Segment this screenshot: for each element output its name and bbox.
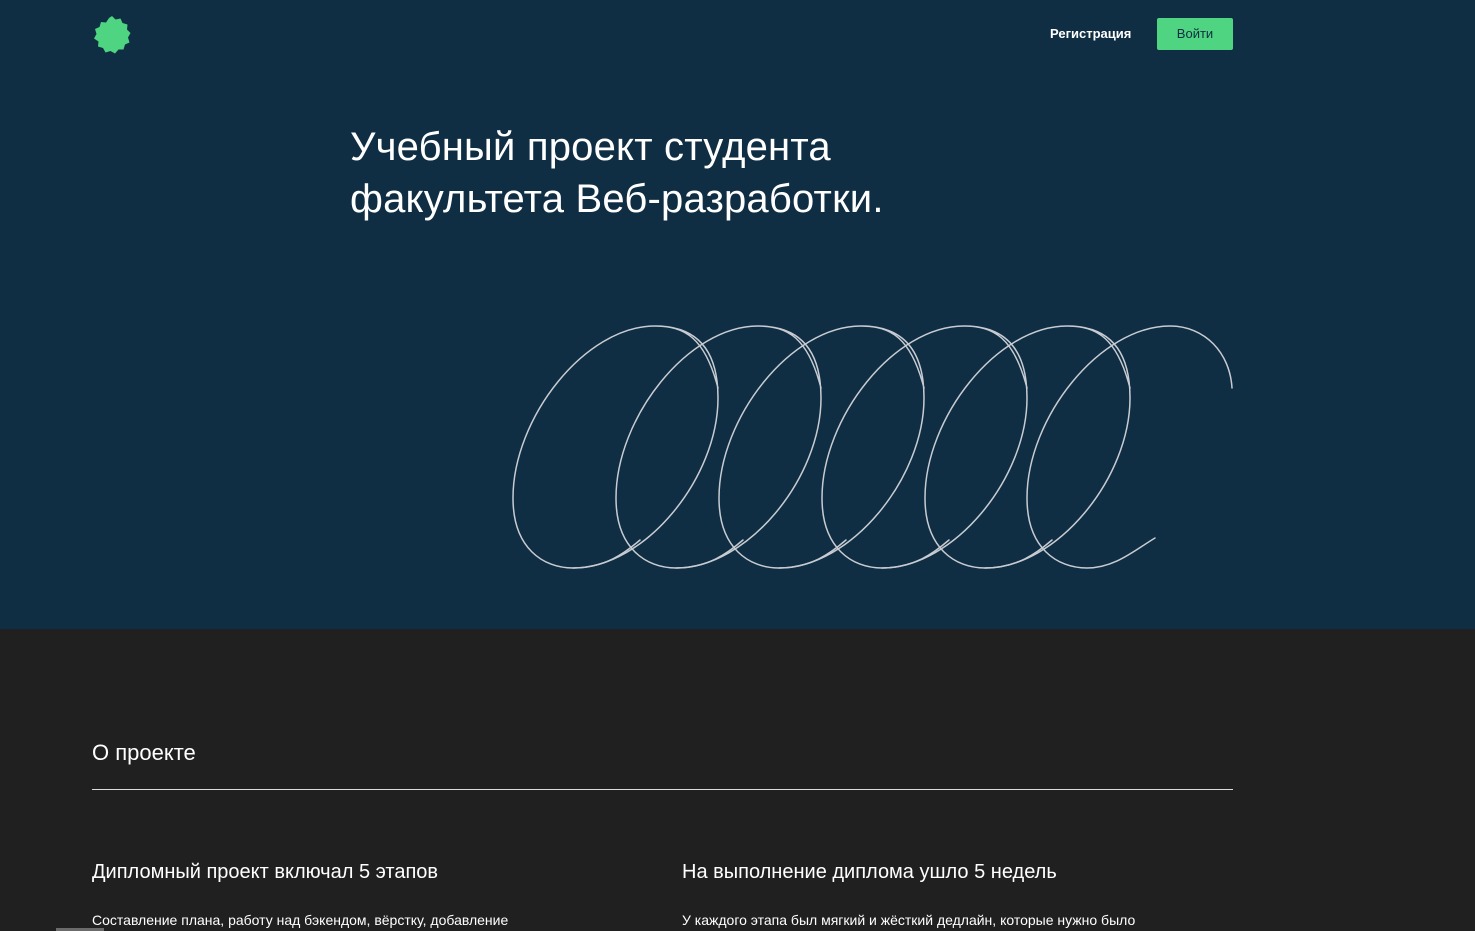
stages-title: Дипломный проект включал 5 этапов [92, 861, 439, 883]
loop-3 [718, 325, 925, 569]
loop-tail-5 [984, 539, 1053, 569]
loop-5 [924, 325, 1131, 569]
loop-4 [821, 325, 1028, 569]
hero-title-line1: Учебный проект студента [350, 125, 831, 169]
about-title: О проекте [92, 740, 196, 765]
loop-2 [615, 325, 822, 569]
hero-section: Регистрация Войти Учебный проект студент… [0, 0, 1475, 629]
hero-title-line2: факультета Веб-разработки. [350, 177, 884, 221]
loop-tail-3 [778, 539, 847, 569]
about-section: О проекте Дипломный проект включал 5 эта… [0, 629, 1475, 931]
stages-text: Составление плана, работу над бэкендом, … [92, 912, 509, 928]
loop-1 [512, 325, 719, 569]
loop-tail-1 [572, 539, 641, 569]
hero-title: Учебный проект студента факультета Веб-р… [350, 121, 1050, 225]
duration-text: У каждого этапа был мягкий и жёсткий дед… [682, 912, 1136, 928]
about-divider [92, 789, 1233, 790]
loop-tail-4 [881, 539, 950, 569]
register-link[interactable]: Регистрация [1050, 26, 1131, 42]
loop-tail-2 [675, 539, 744, 569]
hero-loops-illustration [512, 325, 1233, 569]
duration-title: На выполнение диплома ушло 5 недель [682, 861, 1057, 883]
loop-6 [1026, 325, 1233, 569]
login-button[interactable]: Войти [1157, 18, 1233, 50]
logo-badge-icon[interactable] [92, 15, 132, 55]
